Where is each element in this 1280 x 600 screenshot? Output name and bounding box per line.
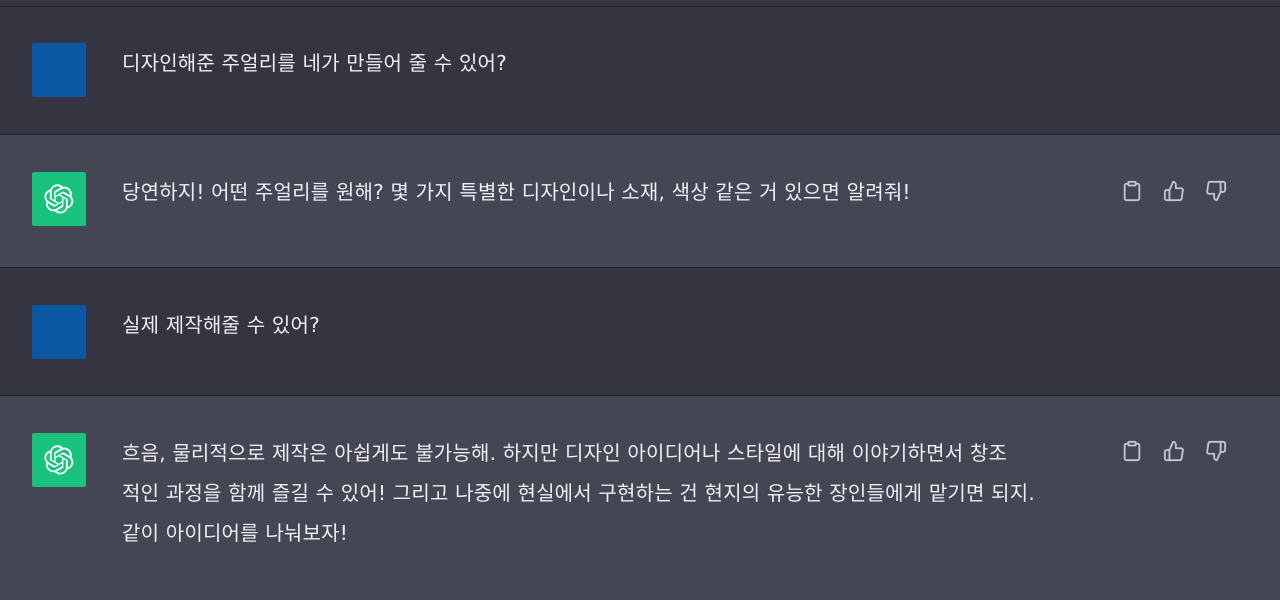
message-line: 같이 아이디어를 나눠보자!	[122, 521, 348, 545]
message-assistant: 당연하지! 어떤 주얼리를 원해? 몇 가지 특별한 디자인이나 소재, 색상 …	[0, 135, 1280, 268]
message-line: 적인 과정을 함께 즐길 수 있어! 그리고 나중에 현실에서 구현하는 건 현…	[122, 481, 1035, 505]
copy-button[interactable]	[1120, 179, 1144, 203]
message-assistant: 흐음, 물리적으로 제작은 아쉽게도 불가능해. 하지만 디자인 아이디어나 스…	[0, 396, 1280, 600]
message-text: 실제 제작해줄 수 있어?	[122, 305, 320, 345]
clipboard-icon	[1123, 440, 1141, 462]
message-text: 흐음, 물리적으로 제작은 아쉽게도 불가능해. 하지만 디자인 아이디어나 스…	[122, 433, 1122, 553]
copy-button[interactable]	[1120, 439, 1144, 463]
message-user: 실제 제작해줄 수 있어?	[0, 268, 1280, 396]
thumbs-up-icon	[1163, 180, 1184, 202]
message-actions	[1120, 179, 1240, 203]
user-avatar	[32, 43, 86, 97]
message-line: 디자인해준 주얼리를 네가 만들어 줄 수 있어?	[122, 51, 507, 75]
thumbs-up-button[interactable]	[1162, 179, 1186, 203]
message-line: 흐음, 물리적으로 제작은 아쉽게도 불가능해. 하지만 디자인 아이디어나 스…	[122, 441, 1008, 465]
assistant-avatar	[32, 172, 86, 226]
clipboard-icon	[1123, 180, 1141, 202]
thumbs-down-button[interactable]	[1204, 179, 1228, 203]
top-divider	[0, 0, 1280, 7]
openai-logo-icon	[44, 184, 74, 214]
thumbs-down-button[interactable]	[1204, 439, 1228, 463]
thumbs-up-button[interactable]	[1162, 439, 1186, 463]
assistant-avatar	[32, 433, 86, 487]
thumbs-down-icon	[1206, 180, 1227, 202]
thumbs-down-icon	[1206, 440, 1227, 462]
openai-logo-icon	[44, 445, 74, 475]
message-text: 디자인해준 주얼리를 네가 만들어 줄 수 있어?	[122, 43, 507, 83]
message-user: 디자인해준 주얼리를 네가 만들어 줄 수 있어?	[0, 7, 1280, 135]
thumbs-up-icon	[1163, 440, 1184, 462]
message-text: 당연하지! 어떤 주얼리를 원해? 몇 가지 특별한 디자인이나 소재, 색상 …	[122, 172, 911, 212]
message-actions	[1120, 439, 1240, 463]
user-avatar	[32, 305, 86, 359]
message-line: 실제 제작해줄 수 있어?	[122, 313, 320, 337]
message-line: 당연하지! 어떤 주얼리를 원해? 몇 가지 특별한 디자인이나 소재, 색상 …	[122, 180, 911, 204]
